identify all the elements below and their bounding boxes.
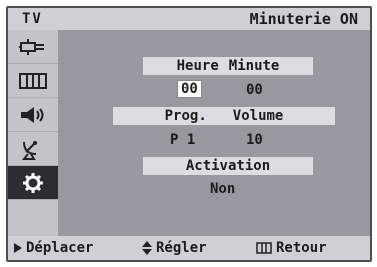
minute-header: Minute [228, 58, 280, 74]
activation-field[interactable]: Non [210, 181, 235, 197]
setup-gear-icon [22, 172, 44, 194]
tv-label: TV [22, 11, 43, 27]
page-title: Minuterie ON [249, 10, 358, 28]
adjust-hint: Régler [142, 240, 207, 256]
back-hint: Retour [256, 240, 327, 256]
channel-antenna-icon [20, 138, 46, 160]
time-header: Heure Minute [143, 57, 313, 75]
minute-field[interactable]: 00 [246, 82, 263, 98]
prog-volume-header: Prog. Volume [113, 107, 335, 125]
adjust-hint-label: Régler [156, 240, 207, 256]
move-hint-label: Déplacer [26, 240, 94, 256]
triangle-right-icon [14, 243, 22, 253]
menu-icon [256, 242, 272, 254]
sidebar-item-picture[interactable] [8, 64, 58, 98]
input-plug-icon [19, 37, 47, 57]
volume-field[interactable]: 10 [246, 132, 263, 148]
sidebar-item-sound[interactable] [8, 98, 58, 132]
sidebar-item-setup[interactable] [8, 166, 58, 200]
prog-field[interactable]: P 1 [170, 132, 195, 148]
sound-icon [19, 105, 47, 125]
sidebar [8, 30, 58, 236]
move-hint: Déplacer [14, 240, 93, 256]
hour-field[interactable]: 00 [177, 80, 202, 98]
activation-header: Activation [143, 157, 313, 175]
footer-help: Déplacer Régler Retour [8, 236, 370, 260]
volume-header: Volume [232, 108, 284, 124]
prog-header: Prog. [164, 108, 207, 124]
up-down-arrows-icon [142, 241, 152, 255]
back-hint-label: Retour [276, 240, 327, 256]
menu-header: TV Minuterie ON [8, 8, 370, 30]
osd-menu: TV Minuterie ON Heure Minute 00 00 Prog.… [6, 6, 372, 262]
picture-icon [19, 72, 47, 90]
timer-panel: Heure Minute 00 00 Prog. Volume P 1 10 A… [58, 30, 370, 236]
hour-header: Heure [176, 58, 219, 74]
activation-header-label: Activation [185, 158, 271, 174]
sidebar-item-channel[interactable] [8, 132, 58, 166]
sidebar-item-input[interactable] [8, 30, 58, 64]
